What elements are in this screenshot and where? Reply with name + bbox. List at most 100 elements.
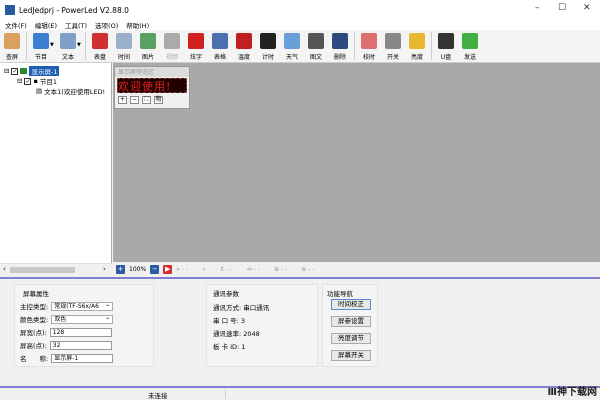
size-height-icon[interactable]: ⊕ - - [301,266,314,273]
menu-options[interactable]: 选项(O) [95,20,118,30]
toolbar-button-4[interactable]: 时间 [112,30,136,61]
alarm-clock-icon [361,33,377,49]
toolbar-button-11[interactable]: 天气 [280,30,304,61]
screen-params-button[interactable]: 屏参设置 [331,316,371,327]
comm-mode: 通讯方式: 串口通讯 [213,304,270,312]
nav-title: 功能导航 [327,290,353,298]
collapse-icon[interactable]: ⊟ [4,67,9,75]
dropdown-arrow-icon[interactable]: ▼ [77,42,83,48]
toolbar-button-8[interactable]: 表格 [208,30,232,61]
tree-node-text[interactable]: ▤ 文本1(欢迎使用LED! [36,86,105,96]
zoom-level: 100% [129,266,147,273]
power-icon [385,33,401,49]
toolbar-label: 节目 [34,54,47,61]
preview-window[interactable]: 显示屏预览区 欢迎使用! + − ⛶ 物 [114,66,190,109]
toolbar-button-0[interactable]: 查屏 [0,30,24,61]
toolbar-label: 亮度 [410,54,423,61]
properties-panel: 屏幕属性 主控类型:常规(TF-S6x/A6 颜色类型:双色 屏宽(点):128… [0,277,600,388]
toolbar-button-12[interactable]: 图文 [304,30,328,61]
thermometer-icon [236,33,252,49]
program-checkbox[interactable]: ✓ [24,77,32,85]
grid-icon [308,33,324,49]
screen-switch-button[interactable]: 屏幕开关 [331,350,371,361]
zoom-out-button[interactable]: − [130,96,139,104]
delete-icon [332,33,348,49]
color-type-select[interactable]: 双色 [51,314,114,324]
toolbar-button-3[interactable]: 表盘 [88,30,112,61]
fit-button[interactable]: ⛶ [142,96,151,104]
comm-card-id: 板 卡 ID: 1 [213,343,246,351]
calendar-icon [116,33,132,49]
toolbar-separator [431,32,432,60]
zoom-in-icon[interactable]: + [116,265,125,274]
connection-status: 未连接 [148,392,168,400]
menu-tools[interactable]: 工具(T) [65,20,87,30]
zoom-in-button[interactable]: + [118,96,127,104]
move-right-icon[interactable]: » [202,266,206,273]
toolbar-button-14[interactable]: 校时 [357,30,381,61]
controller-select[interactable]: 常规(TF-S6x/A6 [51,301,114,311]
height-label: 屏高(点): [20,342,47,350]
name-label: 名 称: [20,355,49,363]
toolbar-button-7[interactable]: 炫字 [184,30,208,61]
maximize-button[interactable]: ☐ [558,3,566,13]
comm-title: 通讯参数 [213,290,239,298]
toolbar-button-9[interactable]: 温度 [232,30,256,61]
toolbar-label: 表格 [213,54,226,61]
collapse-icon[interactable]: ⊟ [17,77,22,85]
tree-node-program[interactable]: ⊟ ✓ ▪ 节目1 [17,76,57,86]
scroll-left-icon[interactable]: ‹ [3,265,6,273]
toolbar-button-18[interactable]: 发送 [458,30,482,61]
zoom-bar: + 100% − ▶ « - - » ⇕ - - ⇔ - - ⊕ - - ⊕ -… [113,263,600,276]
status-bar: 未连接 [0,388,600,400]
menu-bar: 文件(F) 编辑(E) 工具(T) 选项(O) 帮助(H) [0,20,600,30]
close-button[interactable]: ✕ [583,3,591,13]
toolbar-label: 删除 [333,54,346,61]
brightness-button[interactable]: 亮度调节 [331,333,371,344]
screen-checkbox[interactable]: ✓ [11,67,19,75]
minimize-button[interactable]: – [535,3,540,13]
toolbar-label: 视频 [165,54,178,61]
tree-node-screen[interactable]: ⊟ ✓ 显示屏-1 [4,66,60,76]
toolbar-button-16[interactable]: 亮度 [405,30,429,61]
scroll-right-icon[interactable]: › [103,265,106,273]
comm-params-group: 通讯参数 通讯方式: 串口通讯 串 口 号: 3 通讯速率: 2048 板 卡 … [206,284,318,367]
zoom-out-icon[interactable]: − [150,265,160,274]
clock-icon [92,33,108,49]
menu-help[interactable]: 帮助(H) [126,20,149,30]
toolbar-label: 开关 [386,54,399,61]
time-calibrate-button[interactable]: 时间校正 [331,299,371,310]
play-icon[interactable]: ▶ [163,265,173,274]
scroll-thumb[interactable] [10,267,75,273]
text-file-icon: ▤ [36,87,43,95]
toolbar-button-10[interactable]: 计时 [256,30,280,61]
controller-label: 主控类型: [20,303,49,311]
video-icon [164,33,180,49]
toolbar: 查屏 节目 ▼ 文本 ▼ 表盘 时间 图片 视频 炫字 表格 温度 计时 天气 图文 删除 校时 开关 亮度 U盘 发送 [0,30,600,63]
toolbar-button-13[interactable]: 删除 [328,30,352,61]
move-left-icon[interactable]: « - - [176,266,188,273]
toolbar-button-15[interactable]: 开关 [381,30,405,61]
size-width-icon[interactable]: ⊕ - - [274,266,287,273]
comm-baud: 通讯速率: 2048 [213,330,260,338]
screen-width-input[interactable]: 128 [49,327,112,337]
screen-height-input[interactable]: 32 [49,340,112,350]
toolbar-label: 查屏 [5,54,18,61]
text-icon [60,33,76,49]
align-vertical-icon[interactable]: ⇕ - - [220,266,233,273]
toolbar-button-17[interactable]: U盘 [434,30,458,61]
toolbar-button-5[interactable]: 图片 [136,30,160,61]
actual-size-button[interactable]: 物 [154,96,163,104]
toolbar-label: 计时 [261,54,274,61]
menu-edit[interactable]: 编辑(E) [35,20,57,30]
align-horizontal-icon[interactable]: ⇔ - - [247,266,260,273]
comm-port: 串 口 号: 3 [213,317,246,325]
toolbar-separator [85,32,86,60]
tree-horizontal-scrollbar[interactable]: ‹ › [0,263,112,275]
screen-name-input[interactable]: 显示屏-1 [51,353,114,363]
screen-props-title: 屏幕属性 [23,290,49,298]
menu-file[interactable]: 文件(F) [5,20,27,30]
toolbar-label: 文本 [61,54,74,61]
usb-icon [438,33,454,49]
table-icon [212,33,228,49]
